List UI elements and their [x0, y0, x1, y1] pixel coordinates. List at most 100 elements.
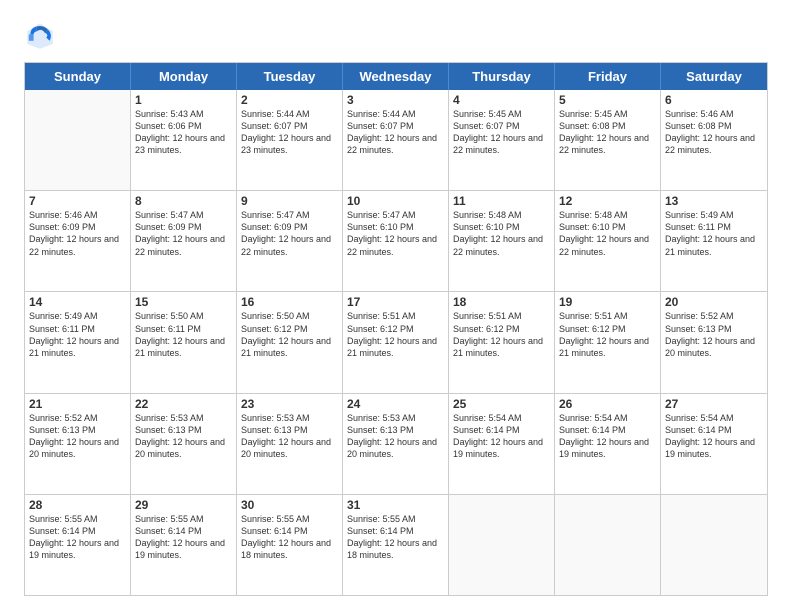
- day-number: 20: [665, 295, 763, 309]
- calendar-cell-r0-c5: 5Sunrise: 5:45 AM Sunset: 6:08 PM Daylig…: [555, 90, 661, 190]
- day-number: 11: [453, 194, 550, 208]
- day-number: 8: [135, 194, 232, 208]
- day-number: 18: [453, 295, 550, 309]
- calendar-cell-r4-c5: [555, 495, 661, 595]
- cell-info: Sunrise: 5:47 AM Sunset: 6:09 PM Dayligh…: [135, 209, 232, 258]
- day-number: 1: [135, 93, 232, 107]
- day-number: 19: [559, 295, 656, 309]
- day-number: 25: [453, 397, 550, 411]
- day-number: 14: [29, 295, 126, 309]
- calendar-cell-r2-c0: 14Sunrise: 5:49 AM Sunset: 6:11 PM Dayli…: [25, 292, 131, 392]
- general-blue-icon: [24, 20, 56, 52]
- cell-info: Sunrise: 5:54 AM Sunset: 6:14 PM Dayligh…: [665, 412, 763, 461]
- weekday-header-friday: Friday: [555, 63, 661, 90]
- cell-info: Sunrise: 5:46 AM Sunset: 6:09 PM Dayligh…: [29, 209, 126, 258]
- cell-info: Sunrise: 5:43 AM Sunset: 6:06 PM Dayligh…: [135, 108, 232, 157]
- calendar-cell-r2-c5: 19Sunrise: 5:51 AM Sunset: 6:12 PM Dayli…: [555, 292, 661, 392]
- calendar-cell-r1-c5: 12Sunrise: 5:48 AM Sunset: 6:10 PM Dayli…: [555, 191, 661, 291]
- cell-info: Sunrise: 5:51 AM Sunset: 6:12 PM Dayligh…: [559, 310, 656, 359]
- cell-info: Sunrise: 5:51 AM Sunset: 6:12 PM Dayligh…: [453, 310, 550, 359]
- header: [24, 20, 768, 52]
- calendar-cell-r3-c2: 23Sunrise: 5:53 AM Sunset: 6:13 PM Dayli…: [237, 394, 343, 494]
- calendar-cell-r3-c0: 21Sunrise: 5:52 AM Sunset: 6:13 PM Dayli…: [25, 394, 131, 494]
- weekday-header-sunday: Sunday: [25, 63, 131, 90]
- day-number: 9: [241, 194, 338, 208]
- calendar-cell-r1-c6: 13Sunrise: 5:49 AM Sunset: 6:11 PM Dayli…: [661, 191, 767, 291]
- day-number: 27: [665, 397, 763, 411]
- calendar-cell-r2-c1: 15Sunrise: 5:50 AM Sunset: 6:11 PM Dayli…: [131, 292, 237, 392]
- calendar-cell-r2-c3: 17Sunrise: 5:51 AM Sunset: 6:12 PM Dayli…: [343, 292, 449, 392]
- calendar-cell-r0-c1: 1Sunrise: 5:43 AM Sunset: 6:06 PM Daylig…: [131, 90, 237, 190]
- calendar-row-3: 21Sunrise: 5:52 AM Sunset: 6:13 PM Dayli…: [25, 394, 767, 495]
- calendar-cell-r4-c3: 31Sunrise: 5:55 AM Sunset: 6:14 PM Dayli…: [343, 495, 449, 595]
- calendar-row-1: 7Sunrise: 5:46 AM Sunset: 6:09 PM Daylig…: [25, 191, 767, 292]
- weekday-header-saturday: Saturday: [661, 63, 767, 90]
- cell-info: Sunrise: 5:52 AM Sunset: 6:13 PM Dayligh…: [665, 310, 763, 359]
- cell-info: Sunrise: 5:55 AM Sunset: 6:14 PM Dayligh…: [241, 513, 338, 562]
- cell-info: Sunrise: 5:48 AM Sunset: 6:10 PM Dayligh…: [453, 209, 550, 258]
- day-number: 5: [559, 93, 656, 107]
- calendar-cell-r4-c4: [449, 495, 555, 595]
- calendar-row-0: 1Sunrise: 5:43 AM Sunset: 6:06 PM Daylig…: [25, 90, 767, 191]
- calendar-cell-r0-c4: 4Sunrise: 5:45 AM Sunset: 6:07 PM Daylig…: [449, 90, 555, 190]
- day-number: 13: [665, 194, 763, 208]
- calendar-cell-r1-c1: 8Sunrise: 5:47 AM Sunset: 6:09 PM Daylig…: [131, 191, 237, 291]
- calendar: SundayMondayTuesdayWednesdayThursdayFrid…: [24, 62, 768, 596]
- calendar-cell-r4-c6: [661, 495, 767, 595]
- day-number: 22: [135, 397, 232, 411]
- weekday-header-wednesday: Wednesday: [343, 63, 449, 90]
- calendar-cell-r1-c3: 10Sunrise: 5:47 AM Sunset: 6:10 PM Dayli…: [343, 191, 449, 291]
- cell-info: Sunrise: 5:45 AM Sunset: 6:08 PM Dayligh…: [559, 108, 656, 157]
- calendar-cell-r4-c2: 30Sunrise: 5:55 AM Sunset: 6:14 PM Dayli…: [237, 495, 343, 595]
- cell-info: Sunrise: 5:53 AM Sunset: 6:13 PM Dayligh…: [347, 412, 444, 461]
- day-number: 29: [135, 498, 232, 512]
- calendar-cell-r4-c1: 29Sunrise: 5:55 AM Sunset: 6:14 PM Dayli…: [131, 495, 237, 595]
- day-number: 15: [135, 295, 232, 309]
- calendar-cell-r0-c0: [25, 90, 131, 190]
- day-number: 26: [559, 397, 656, 411]
- day-number: 12: [559, 194, 656, 208]
- day-number: 7: [29, 194, 126, 208]
- page: SundayMondayTuesdayWednesdayThursdayFrid…: [0, 0, 792, 612]
- cell-info: Sunrise: 5:53 AM Sunset: 6:13 PM Dayligh…: [135, 412, 232, 461]
- day-number: 28: [29, 498, 126, 512]
- calendar-cell-r0-c3: 3Sunrise: 5:44 AM Sunset: 6:07 PM Daylig…: [343, 90, 449, 190]
- cell-info: Sunrise: 5:50 AM Sunset: 6:12 PM Dayligh…: [241, 310, 338, 359]
- day-number: 23: [241, 397, 338, 411]
- calendar-body: 1Sunrise: 5:43 AM Sunset: 6:06 PM Daylig…: [25, 90, 767, 595]
- day-number: 21: [29, 397, 126, 411]
- day-number: 3: [347, 93, 444, 107]
- calendar-cell-r3-c5: 26Sunrise: 5:54 AM Sunset: 6:14 PM Dayli…: [555, 394, 661, 494]
- day-number: 30: [241, 498, 338, 512]
- cell-info: Sunrise: 5:55 AM Sunset: 6:14 PM Dayligh…: [347, 513, 444, 562]
- cell-info: Sunrise: 5:44 AM Sunset: 6:07 PM Dayligh…: [347, 108, 444, 157]
- cell-info: Sunrise: 5:53 AM Sunset: 6:13 PM Dayligh…: [241, 412, 338, 461]
- cell-info: Sunrise: 5:47 AM Sunset: 6:09 PM Dayligh…: [241, 209, 338, 258]
- weekday-header-tuesday: Tuesday: [237, 63, 343, 90]
- cell-info: Sunrise: 5:48 AM Sunset: 6:10 PM Dayligh…: [559, 209, 656, 258]
- calendar-cell-r4-c0: 28Sunrise: 5:55 AM Sunset: 6:14 PM Dayli…: [25, 495, 131, 595]
- weekday-header-thursday: Thursday: [449, 63, 555, 90]
- day-number: 2: [241, 93, 338, 107]
- calendar-cell-r1-c2: 9Sunrise: 5:47 AM Sunset: 6:09 PM Daylig…: [237, 191, 343, 291]
- day-number: 10: [347, 194, 444, 208]
- day-number: 31: [347, 498, 444, 512]
- calendar-cell-r2-c4: 18Sunrise: 5:51 AM Sunset: 6:12 PM Dayli…: [449, 292, 555, 392]
- calendar-cell-r1-c4: 11Sunrise: 5:48 AM Sunset: 6:10 PM Dayli…: [449, 191, 555, 291]
- calendar-cell-r3-c6: 27Sunrise: 5:54 AM Sunset: 6:14 PM Dayli…: [661, 394, 767, 494]
- day-number: 16: [241, 295, 338, 309]
- calendar-cell-r3-c1: 22Sunrise: 5:53 AM Sunset: 6:13 PM Dayli…: [131, 394, 237, 494]
- calendar-cell-r3-c3: 24Sunrise: 5:53 AM Sunset: 6:13 PM Dayli…: [343, 394, 449, 494]
- calendar-cell-r2-c6: 20Sunrise: 5:52 AM Sunset: 6:13 PM Dayli…: [661, 292, 767, 392]
- day-number: 6: [665, 93, 763, 107]
- cell-info: Sunrise: 5:50 AM Sunset: 6:11 PM Dayligh…: [135, 310, 232, 359]
- cell-info: Sunrise: 5:46 AM Sunset: 6:08 PM Dayligh…: [665, 108, 763, 157]
- day-number: 17: [347, 295, 444, 309]
- weekday-header-monday: Monday: [131, 63, 237, 90]
- cell-info: Sunrise: 5:47 AM Sunset: 6:10 PM Dayligh…: [347, 209, 444, 258]
- logo: [24, 20, 60, 52]
- day-number: 24: [347, 397, 444, 411]
- calendar-cell-r0-c2: 2Sunrise: 5:44 AM Sunset: 6:07 PM Daylig…: [237, 90, 343, 190]
- cell-info: Sunrise: 5:49 AM Sunset: 6:11 PM Dayligh…: [665, 209, 763, 258]
- calendar-cell-r0-c6: 6Sunrise: 5:46 AM Sunset: 6:08 PM Daylig…: [661, 90, 767, 190]
